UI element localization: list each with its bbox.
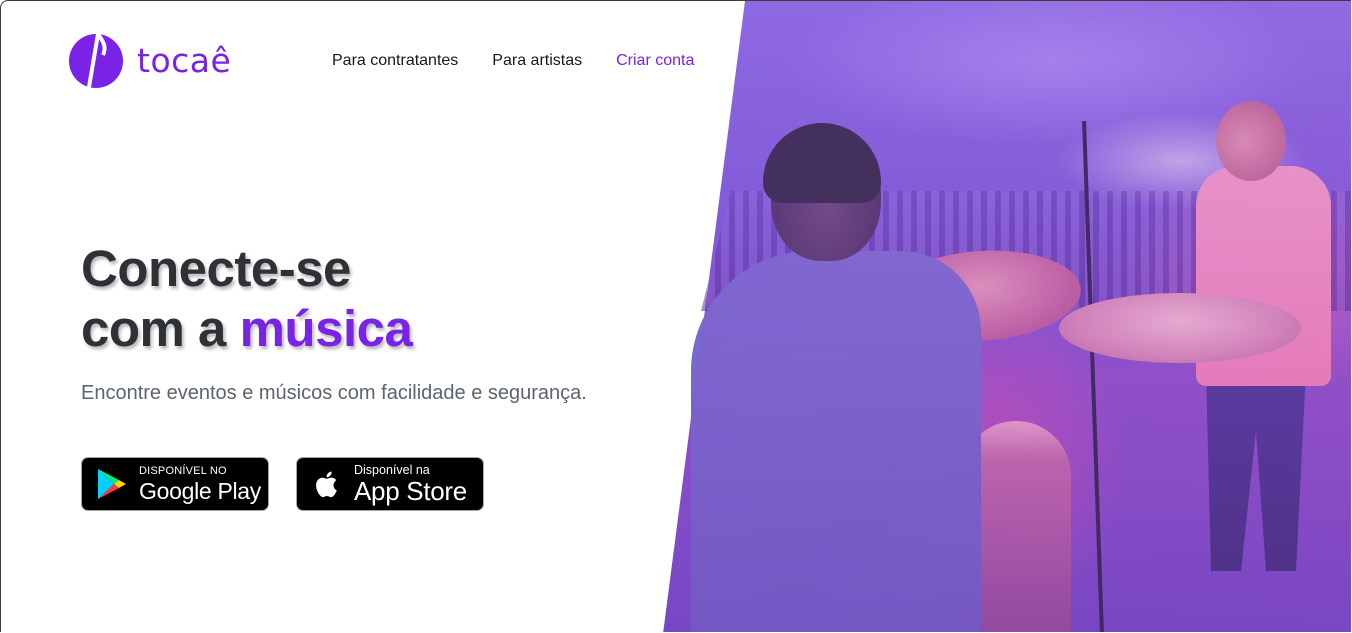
- google-play-small-text: DISPONÍVEL NO: [139, 464, 227, 477]
- google-play-icon: [98, 469, 126, 499]
- brand-logo-link[interactable]: tocaê: [67, 31, 231, 89]
- main-nav: Para contratantes Para artistas Criar co…: [332, 52, 694, 70]
- hero-subtitle: Encontre eventos e músicos com facilidad…: [81, 382, 587, 404]
- brand-name: tocaê: [137, 40, 232, 80]
- hero-headline: Conecte-se com a música: [81, 239, 413, 359]
- google-play-text: DISPONÍVEL NO Google Play: [139, 464, 261, 504]
- app-store-small-text: Disponível na: [354, 462, 430, 477]
- app-store-badge[interactable]: Disponível na App Store: [296, 457, 484, 511]
- headline-line-2-prefix: com a: [81, 300, 240, 357]
- headline-line-1: Conecte-se: [81, 240, 351, 297]
- headline-highlight: música: [239, 300, 413, 357]
- nav-link-criar-conta[interactable]: Criar conta: [616, 52, 694, 70]
- nav-link-para-artistas[interactable]: Para artistas: [492, 52, 582, 70]
- tocae-logo-icon: [69, 32, 123, 88]
- nav-link-para-contratantes[interactable]: Para contratantes: [332, 52, 458, 70]
- google-play-badge[interactable]: DISPONÍVEL NO Google Play: [81, 457, 269, 511]
- page-frame: tocaê Para contratantes Para artistas Cr…: [0, 0, 1351, 632]
- app-store-text: Disponível na App Store: [354, 464, 467, 505]
- apple-icon: [316, 471, 337, 498]
- app-store-big-text: App Store: [354, 476, 467, 507]
- google-play-big-text: Google Play: [139, 477, 261, 504]
